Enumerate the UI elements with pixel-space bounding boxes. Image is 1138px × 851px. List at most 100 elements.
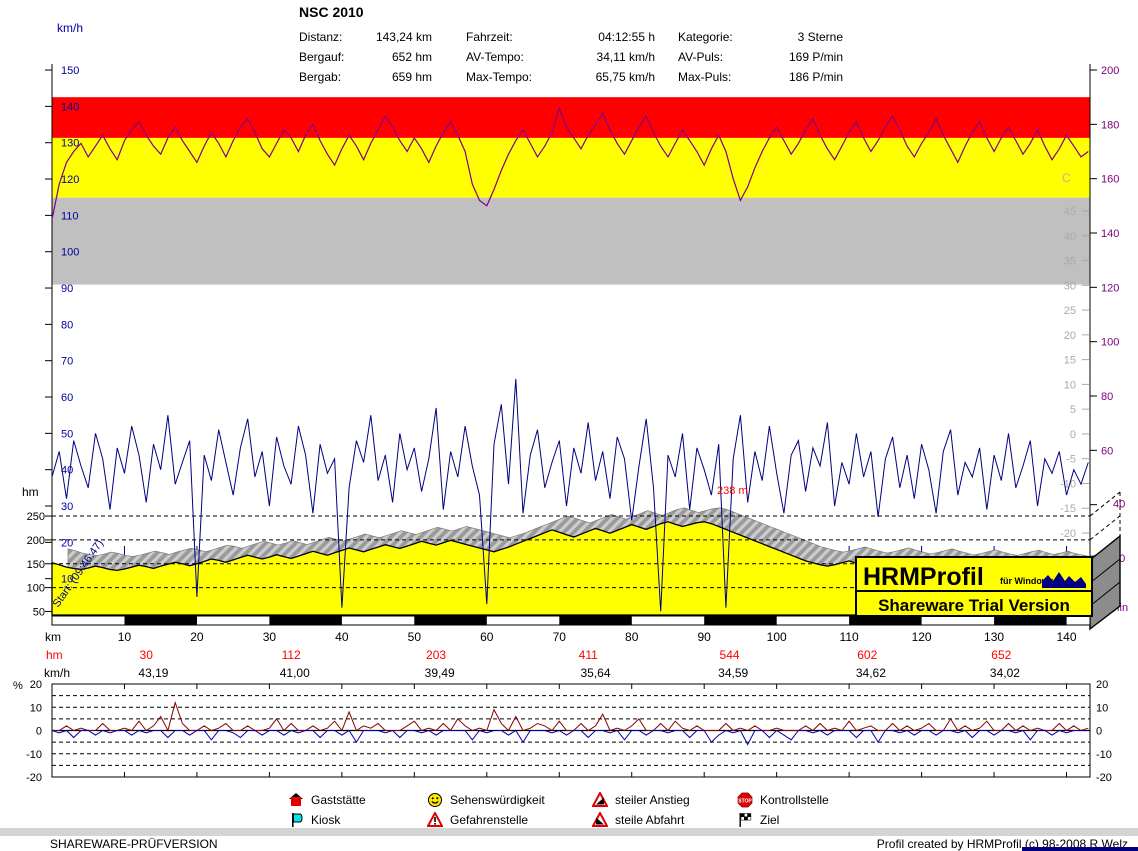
stat-value: 186 P/min bbox=[789, 67, 843, 87]
svg-text:140: 140 bbox=[1101, 228, 1119, 240]
legend-item-gaststaette: Gaststätte bbox=[288, 791, 366, 808]
svg-text:-10: -10 bbox=[1096, 749, 1112, 761]
stat-value: 3 Sterne bbox=[798, 27, 843, 47]
svg-text:80: 80 bbox=[61, 319, 73, 331]
svg-text:120: 120 bbox=[61, 174, 79, 186]
svg-text:10: 10 bbox=[1096, 702, 1108, 714]
svg-text:50: 50 bbox=[408, 630, 422, 644]
svg-text:50: 50 bbox=[61, 428, 73, 440]
stat-value: 34,11 km/h bbox=[597, 47, 655, 67]
profile-chart: 454035302520151050-5-10-15-20C1501401301… bbox=[0, 0, 1138, 851]
svg-text:203: 203 bbox=[426, 648, 446, 662]
stat-label: Distanz: bbox=[299, 27, 342, 47]
svg-text:10: 10 bbox=[30, 702, 42, 714]
stat-label: Bergauf: bbox=[299, 47, 344, 67]
svg-text:0: 0 bbox=[1096, 726, 1102, 738]
stat-label: Max-Puls: bbox=[678, 67, 731, 87]
svg-text:40: 40 bbox=[335, 630, 349, 644]
svg-text:250: 250 bbox=[27, 511, 45, 523]
svg-text:80: 80 bbox=[625, 630, 639, 644]
stat-label: Max-Tempo: bbox=[466, 67, 532, 87]
legend-item-ziel: Ziel bbox=[737, 811, 779, 828]
svg-text:110: 110 bbox=[61, 210, 79, 222]
svg-text:150: 150 bbox=[61, 65, 79, 77]
svg-text:km: km bbox=[45, 630, 61, 644]
svg-text:%: % bbox=[13, 680, 23, 692]
stat-value: 65,75 km/h bbox=[596, 67, 655, 87]
svg-text:34,02: 34,02 bbox=[990, 666, 1020, 680]
stat-value: 652 hm bbox=[392, 47, 432, 67]
smiley-icon bbox=[427, 792, 443, 808]
svg-text:100: 100 bbox=[61, 247, 79, 259]
pulse-zone-gray bbox=[52, 198, 1090, 285]
svg-text:20: 20 bbox=[190, 630, 204, 644]
svg-text:140: 140 bbox=[1057, 630, 1077, 644]
svg-text:60: 60 bbox=[480, 630, 494, 644]
svg-text:43,19: 43,19 bbox=[138, 666, 168, 680]
svg-text:140: 140 bbox=[61, 101, 79, 113]
svg-text:0: 0 bbox=[1070, 429, 1076, 441]
svg-text:70: 70 bbox=[61, 356, 73, 368]
legend-item-kiosk: Kiosk bbox=[288, 811, 340, 828]
peak-label: 238 m bbox=[717, 485, 748, 497]
svg-text:10: 10 bbox=[118, 630, 132, 644]
finish-flag-icon bbox=[737, 812, 753, 828]
3d-face bbox=[1090, 536, 1120, 629]
svg-text:60: 60 bbox=[1101, 445, 1113, 457]
legend-label: Sehenswürdigkeit bbox=[450, 793, 545, 807]
svg-text:km/h: km/h bbox=[57, 21, 83, 35]
svg-text:200: 200 bbox=[1101, 65, 1119, 77]
stat-label: Fahrzeit: bbox=[466, 27, 513, 47]
svg-text:45: 45 bbox=[1064, 206, 1076, 218]
warning-icon bbox=[427, 812, 443, 828]
legend-item-kontrollstelle: STOP Kontrollstelle bbox=[737, 791, 829, 808]
legend-label: Kiosk bbox=[311, 813, 340, 827]
svg-text:Shareware Trial Version: Shareware Trial Version bbox=[878, 596, 1070, 615]
legend-label: Kontrollstelle bbox=[760, 793, 829, 807]
stop-icon: STOP bbox=[737, 792, 753, 808]
stat-value: 169 P/min bbox=[789, 47, 843, 67]
footer-divider-bar bbox=[0, 828, 1138, 836]
svg-text:544: 544 bbox=[720, 648, 740, 662]
svg-text:30: 30 bbox=[140, 648, 154, 662]
svg-text:20: 20 bbox=[61, 537, 73, 549]
pulse-zone-red bbox=[52, 97, 1090, 138]
svg-text:60: 60 bbox=[61, 392, 73, 404]
stats-column-2: Fahrzeit:04:12:55 h AV-Tempo:34,11 km/h … bbox=[466, 27, 655, 87]
svg-text:10: 10 bbox=[1064, 379, 1076, 391]
svg-text:30: 30 bbox=[263, 630, 277, 644]
svg-text:25: 25 bbox=[1064, 305, 1076, 317]
svg-text:41,00: 41,00 bbox=[280, 666, 310, 680]
stat-value: 659 hm bbox=[392, 67, 432, 87]
svg-text:35,64: 35,64 bbox=[580, 666, 610, 680]
pulse-zone-yellow bbox=[52, 138, 1090, 198]
hrmprofil-report: 454035302520151050-5-10-15-20C1501401301… bbox=[0, 0, 1138, 851]
svg-text:-10: -10 bbox=[26, 749, 42, 761]
stat-label: Kategorie: bbox=[678, 27, 733, 47]
svg-text:30: 30 bbox=[61, 501, 73, 513]
svg-text:20: 20 bbox=[30, 679, 42, 691]
svg-text:90: 90 bbox=[698, 630, 712, 644]
legend-label: Ziel bbox=[760, 813, 779, 827]
svg-text:100: 100 bbox=[767, 630, 787, 644]
legend-item-gefahrenstelle: Gefahrenstelle bbox=[427, 811, 528, 828]
stats-column-3: Kategorie: 3 Sterne AV-Puls: 169 P/min Max… bbox=[678, 27, 843, 87]
svg-text:120: 120 bbox=[1101, 282, 1119, 294]
svg-text:50: 50 bbox=[33, 606, 45, 618]
svg-text:34,59: 34,59 bbox=[718, 666, 748, 680]
kiosk-icon bbox=[288, 812, 304, 828]
svg-text:20: 20 bbox=[1064, 330, 1076, 342]
svg-text:112: 112 bbox=[282, 648, 301, 662]
legend-label: steiler Anstieg bbox=[615, 793, 690, 807]
svg-text:150: 150 bbox=[27, 559, 45, 571]
svg-text:70: 70 bbox=[553, 630, 567, 644]
svg-text:34,62: 34,62 bbox=[856, 666, 886, 680]
svg-text:160: 160 bbox=[1101, 174, 1119, 186]
house-icon bbox=[288, 792, 304, 808]
legend-item-steiler-anstieg: steiler Anstieg bbox=[592, 791, 690, 808]
stat-label: Bergab: bbox=[299, 67, 341, 87]
stat-label: AV-Tempo: bbox=[466, 47, 524, 67]
watermark: HRMProfilfür WindowsShareware Trial Vers… bbox=[856, 557, 1092, 616]
svg-text:110: 110 bbox=[840, 630, 859, 644]
stat-label: AV-Puls: bbox=[678, 47, 723, 67]
